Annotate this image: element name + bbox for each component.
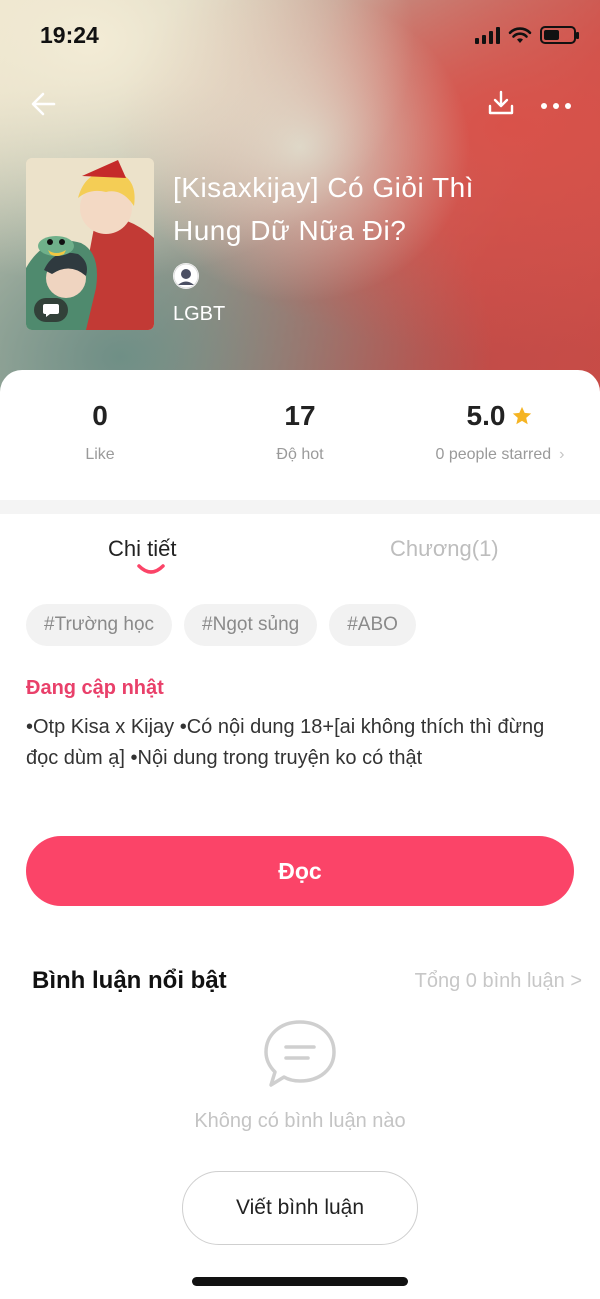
top-nav	[0, 86, 600, 126]
story-title-line1: [Kisaxkijay] Có Giỏi Thì	[173, 172, 474, 203]
empty-comment-icon	[264, 1020, 336, 1087]
status-time: 19:24	[40, 22, 99, 48]
download-icon[interactable]	[486, 88, 516, 118]
stats-card: 0 Like 17 Độ hot 5.0 0 people starred ›	[0, 370, 600, 500]
tag-list: #Trường học #Ngọt sủng #ABO	[26, 604, 416, 646]
home-indicator[interactable]	[192, 1277, 408, 1286]
no-comments-text: Không có bình luận nào	[194, 1110, 406, 1132]
rating-label-row: 0 people starred ›	[420, 446, 580, 464]
comments-title: Bình luận nổi bật	[32, 967, 227, 994]
tab-chapters[interactable]: Chương(1)	[390, 536, 499, 562]
tab-active-indicator	[137, 564, 165, 574]
more-dots-icon[interactable]	[538, 88, 574, 120]
section-divider	[0, 500, 600, 514]
story-title-line2: Hung Dữ Nữa Đi?	[173, 215, 407, 246]
rating-row: 5.0	[420, 400, 580, 432]
cellular-signal-icon	[475, 26, 500, 44]
comments-total-link[interactable]: Tổng 0 bình luận >	[415, 970, 582, 993]
hot-label: Độ hot	[276, 446, 324, 463]
status-icons	[475, 26, 579, 44]
rating-label: 0 people starred	[435, 446, 552, 463]
comment-bubble-icon	[34, 298, 68, 322]
hot-stat: 17 Độ hot	[250, 400, 350, 464]
story-category[interactable]: LGBT	[173, 303, 225, 326]
author-avatar[interactable]	[173, 263, 199, 289]
battery-icon	[540, 26, 579, 44]
likes-stat: 0 Like	[60, 400, 140, 464]
tag-chip[interactable]: #ABO	[329, 604, 416, 646]
status-bar: 19:24	[0, 0, 600, 70]
star-icon	[513, 406, 532, 425]
chevron-right-icon: ›	[559, 446, 565, 463]
arrow-left-icon[interactable]	[28, 88, 60, 120]
tag-chip[interactable]: #Trường học	[26, 604, 173, 646]
read-button[interactable]: Đọc	[26, 836, 574, 906]
story-title: [Kisaxkijay] Có Giỏi Thì Hung Dữ Nữa Đi?	[173, 166, 573, 252]
tag-chip[interactable]: #Ngọt sủng	[184, 604, 318, 646]
battery-level	[544, 30, 560, 40]
rating-value: 5.0	[466, 400, 506, 431]
likes-value: 0	[92, 400, 108, 431]
story-description: •Otp Kisa x Kijay •Có nội dung 18+[ai kh…	[26, 716, 545, 769]
tab-detail[interactable]: Chi tiết	[108, 536, 176, 562]
hot-value: 17	[284, 400, 316, 431]
likes-label: Like	[85, 446, 115, 463]
story-cover-image[interactable]	[26, 158, 154, 330]
update-status: Đang cập nhật	[26, 677, 164, 699]
wifi-icon	[508, 27, 532, 43]
rating-stat[interactable]: 5.0 0 people starred ›	[420, 400, 580, 464]
write-comment-button[interactable]: Viết bình luận	[182, 1171, 418, 1245]
